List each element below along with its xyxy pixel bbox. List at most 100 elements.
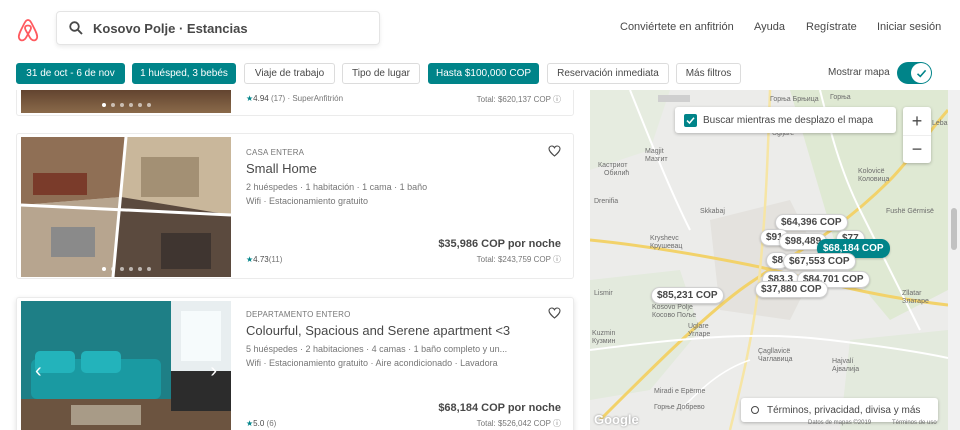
map-place-label: Кастриот — [598, 162, 628, 169]
map-place-label: Kolovicë — [858, 168, 885, 175]
listing-price: $35,986 COP por noche — [438, 238, 561, 250]
listing-photo[interactable]: ‹ › — [21, 301, 231, 430]
listing-body: CASA ENTERA Small Home 2 huéspedes · 1 h… — [246, 134, 561, 264]
listings-panel: ★4.94 (17) · SuperAnfitrión Total: $620,… — [0, 90, 590, 430]
map-place-label: Zllatar — [902, 290, 922, 297]
listing-total: Total: $620,137 COP ⓘ — [476, 95, 561, 104]
heart-icon[interactable] — [548, 307, 561, 319]
map-place-label: Косово Поље — [652, 312, 697, 319]
page-scrollbar[interactable] — [948, 90, 960, 430]
work-trip-filter-button[interactable]: Viaje de trabajo — [244, 63, 335, 84]
search-query: Kosovo Polje · Estancias — [93, 20, 248, 36]
map-place-label: Горња — [830, 94, 851, 101]
map-place-label: Обилић — [604, 170, 630, 177]
nav-signup-link[interactable]: Regístrate — [806, 21, 857, 33]
map-place-label: Uglare — [688, 323, 709, 330]
place-type-filter-button[interactable]: Tipo de lugar — [342, 63, 420, 84]
next-photo-icon[interactable]: › — [210, 360, 217, 383]
listing-photo[interactable] — [21, 90, 231, 113]
listing-total: Total: $526,042 COP ⓘ — [476, 419, 561, 428]
listing-body: DEPARTAMENTO ENTERO Colourful, Spacious … — [246, 298, 561, 428]
map-place-label: Мазгит — [645, 156, 668, 163]
map-place-label: Ајвалија — [832, 366, 860, 373]
map-price-pin[interactable]: $37,880 COP — [755, 281, 828, 298]
show-map-label: Mostrar mapa — [828, 67, 890, 78]
map-place-label: Коловица — [858, 176, 890, 183]
map-price-pin[interactable]: $67,553 COP — [783, 253, 856, 270]
photo-dots — [21, 267, 231, 271]
listing-details: 5 huéspedes · 2 habitaciones · 4 camas ·… — [246, 344, 508, 354]
map-place-label: Hajvalí — [832, 358, 854, 365]
listing-amenities: Wifi · Estacionamiento gratuito — [246, 196, 369, 206]
listing-total: Total: $243,759 COP ⓘ — [476, 255, 561, 264]
scrollbar-thumb[interactable] — [951, 208, 957, 250]
map-place-label: Miradi e Epërme — [654, 388, 706, 395]
price-filter-button[interactable]: Hasta $100,000 COP — [428, 63, 539, 84]
listing-details: 2 huéspedes · 1 habitación · 1 cama · 1 … — [246, 182, 428, 192]
map-place-label: Drenifia — [594, 198, 619, 205]
zoom-in-icon[interactable]: + — [903, 107, 931, 135]
listing-card[interactable]: CASA ENTERA Small Home 2 huéspedes · 1 h… — [16, 133, 574, 279]
listing-amenities: Wifi · Estacionamiento gratuito · Aire a… — [246, 358, 498, 368]
nav-login-link[interactable]: Iniciar sesión — [877, 21, 941, 33]
map-place-label: Кузмин — [592, 338, 616, 345]
listing-rating: ★4.94 (17) · SuperAnfitrión — [246, 94, 344, 103]
map-terms-of-use-link[interactable]: Términos de uso — [892, 420, 937, 426]
nav-host-link[interactable]: Conviértete en anfitrión — [620, 21, 734, 33]
listing-photo[interactable] — [21, 137, 231, 277]
nav-help-link[interactable]: Ayuda — [754, 21, 785, 33]
map-place-label: Kuzmin — [592, 330, 616, 337]
chat-bubble-icon — [751, 406, 759, 414]
google-logo: Google — [594, 412, 639, 427]
guests-filter-button[interactable]: 1 huésped, 3 bebés — [132, 63, 236, 84]
map-price-pin[interactable]: $85,231 COP — [651, 287, 724, 304]
map-place-label: Lebane — [932, 120, 948, 127]
toggle-knob — [911, 63, 931, 83]
more-filters-button[interactable]: Más filtros — [676, 63, 741, 84]
map-place-label: Чаглавица — [758, 356, 793, 363]
map-terms-button[interactable]: Términos, privacidad, divisa y más — [741, 398, 938, 422]
listing-card[interactable]: ★4.94 (17) · SuperAnfitrión Total: $620,… — [16, 90, 574, 116]
map-place-label: Kryshevc — [650, 235, 679, 242]
photo-dots — [21, 103, 231, 107]
zoom-out-icon[interactable]: − — [903, 135, 931, 163]
map-place-label: Угларе — [688, 331, 711, 338]
map-place-label: Горња Брњица — [770, 96, 819, 103]
dates-filter-button[interactable]: 31 de oct - 6 de nov — [16, 63, 125, 84]
map-place-label: Magjit — [645, 148, 664, 155]
map-terms-label: Términos, privacidad, divisa y más — [767, 404, 921, 416]
map-zoom-controls: + − — [903, 107, 931, 163]
listing-card[interactable]: ‹ › DEPARTAMENTO ENTERO Colourful, Spaci… — [16, 297, 574, 430]
listing-type: CASA ENTERA — [246, 148, 305, 157]
instant-book-filter-button[interactable]: Reservación inmediata — [547, 63, 669, 84]
listing-rating: ★4.73(11) — [246, 255, 283, 264]
checkbox-checked-icon — [684, 113, 697, 127]
listing-type: DEPARTAMENTO ENTERO — [246, 310, 351, 319]
map-place-label: Крушевац — [650, 243, 683, 250]
filter-bar: 31 de oct - 6 de nov 1 huésped, 3 bebés … — [0, 58, 960, 90]
airbnb-logo-icon[interactable] — [16, 17, 40, 43]
map-place-label: Горње Добрево — [654, 404, 705, 411]
listing-price: $68,184 COP por noche — [438, 402, 561, 414]
map-place-label: Fushë Gërmisë — [886, 208, 934, 215]
map-place-label: Lismir — [594, 290, 613, 297]
photo-collage — [21, 137, 231, 277]
heart-icon[interactable] — [548, 145, 561, 157]
top-bar: Kosovo Polje · Estancias Conviértete en … — [0, 0, 960, 58]
map-place-label: Kosovo Polje — [652, 304, 693, 311]
map-place-label: Skkabaj — [700, 208, 725, 215]
search-icon — [69, 21, 83, 35]
show-map-toggle[interactable] — [897, 62, 932, 84]
listing-name[interactable]: Small Home — [246, 161, 561, 176]
listing-name[interactable]: Colourful, Spacious and Serene apartment… — [246, 323, 561, 338]
check-icon — [916, 69, 926, 78]
photo-living-room — [21, 301, 231, 430]
previous-photo-icon[interactable]: ‹ — [35, 360, 42, 383]
map-price-pin[interactable]: $64,396 COP — [775, 214, 848, 231]
map-attribution: Datos de mapas ©2019 — [808, 420, 872, 426]
search-input[interactable]: Kosovo Polje · Estancias — [56, 11, 380, 45]
map-place-label: Çagllavicë — [758, 348, 791, 355]
search-on-move-checkbox[interactable]: Buscar mientras me desplazo el mapa — [675, 107, 896, 133]
listing-rating: ★5.0 (6) — [246, 419, 277, 428]
search-on-move-label: Buscar mientras me desplazo el mapa — [703, 114, 874, 126]
